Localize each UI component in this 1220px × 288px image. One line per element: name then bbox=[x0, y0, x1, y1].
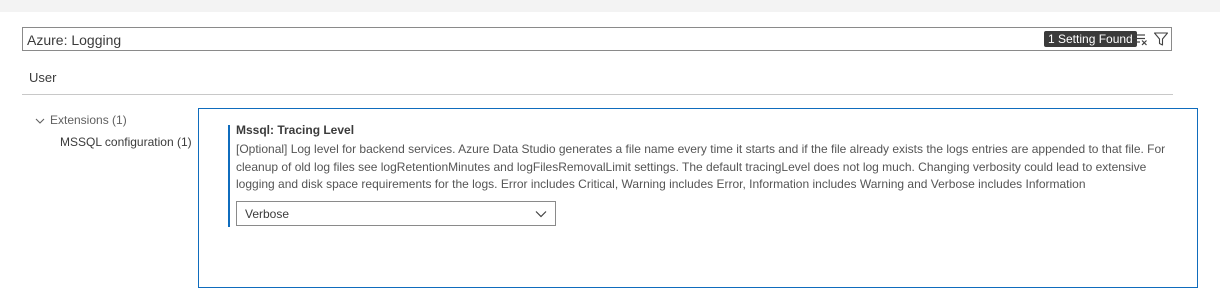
settings-search-input[interactable] bbox=[27, 31, 927, 48]
chevron-down-icon bbox=[35, 118, 45, 124]
toc-item-label: Extensions (1) bbox=[50, 113, 127, 127]
editor-top-strip bbox=[0, 0, 1220, 12]
tab-user[interactable]: User bbox=[29, 70, 56, 85]
toc-item-mssql-configuration[interactable]: MSSQL configuration (1) bbox=[34, 134, 192, 156]
result-count-badge: 1 Setting Found bbox=[1044, 31, 1137, 47]
settings-search-box[interactable]: 1 Setting Found bbox=[22, 27, 1172, 51]
toc-item-extensions[interactable]: Extensions (1) bbox=[34, 112, 192, 134]
filter-icon[interactable] bbox=[1153, 31, 1169, 47]
select-value: Verbose bbox=[245, 207, 290, 221]
tab-divider bbox=[22, 94, 1173, 95]
setting-description: [Optional] Log level for backend service… bbox=[236, 142, 1166, 191]
setting-focus-indicator bbox=[228, 125, 230, 227]
clear-filter-icon[interactable] bbox=[1132, 32, 1148, 46]
tracing-level-select[interactable]: Verbose bbox=[236, 201, 556, 226]
setting-title: Mssql: Tracing Level bbox=[236, 123, 355, 137]
settings-toc: Extensions (1) MSSQL configuration (1) bbox=[34, 112, 192, 156]
toc-item-label: MSSQL configuration (1) bbox=[60, 135, 192, 149]
settings-list-panel: Mssql: Tracing Level [Optional] Log leve… bbox=[198, 108, 1198, 288]
chevron-down-icon bbox=[535, 211, 547, 218]
